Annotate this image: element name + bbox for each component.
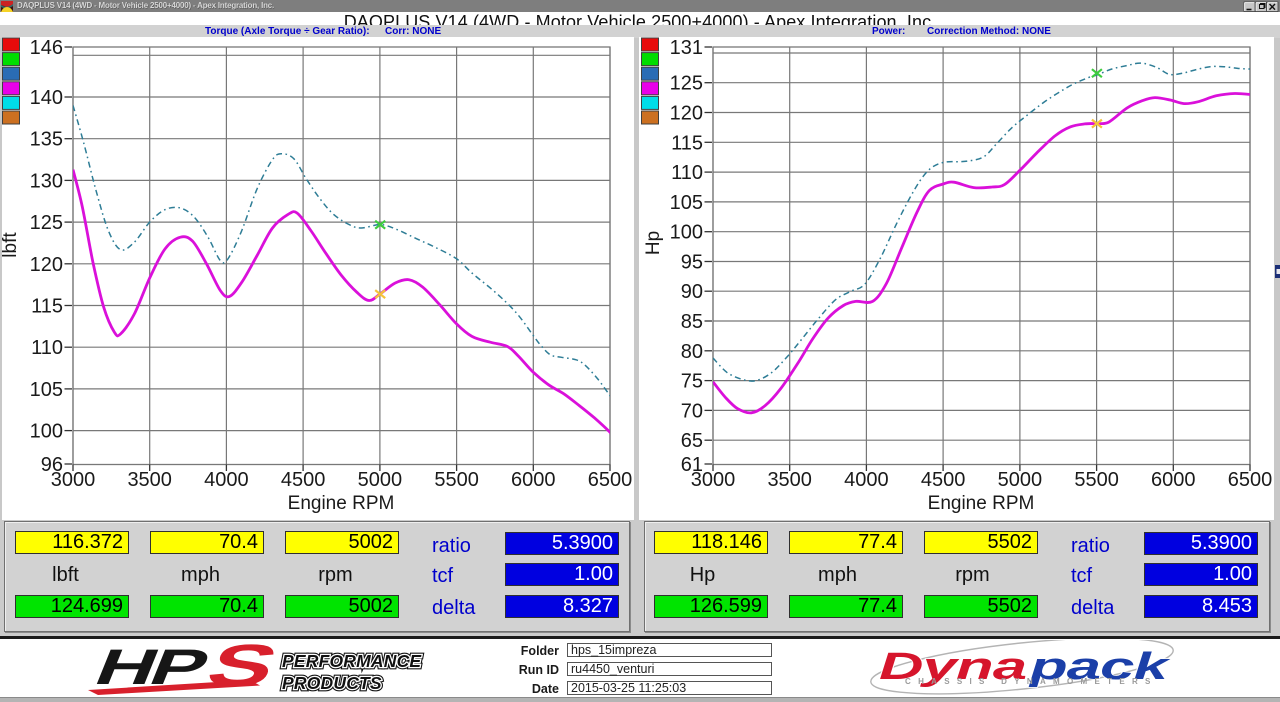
svg-text:115: 115 [31, 296, 63, 318]
svg-text:5000: 5000 [998, 469, 1043, 491]
svg-text:6000: 6000 [1151, 469, 1196, 491]
svg-text:125: 125 [30, 212, 63, 234]
svg-text:125: 125 [670, 73, 703, 95]
svg-text:65: 65 [681, 430, 703, 452]
svg-text:135: 135 [30, 129, 63, 151]
svg-text:90: 90 [681, 281, 703, 303]
svg-text:85: 85 [681, 311, 703, 333]
svg-text:Engine RPM: Engine RPM [288, 493, 395, 514]
svg-text:CHASSIS DYNAMOMETERS: CHASSIS DYNAMOMETERS [905, 677, 1158, 686]
svg-text:3000: 3000 [51, 469, 96, 491]
svg-text:130: 130 [30, 170, 63, 192]
svg-text:105: 105 [30, 379, 63, 401]
svg-text:Engine RPM: Engine RPM [928, 493, 1035, 514]
svg-text:4500: 4500 [921, 469, 966, 491]
svg-text:5500: 5500 [434, 469, 479, 491]
svg-text:4000: 4000 [204, 469, 249, 491]
svg-text:PRODUCTS: PRODUCTS [282, 673, 382, 693]
svg-text:100: 100 [30, 421, 63, 443]
svg-text:4500: 4500 [281, 469, 326, 491]
svg-text:80: 80 [681, 341, 703, 363]
svg-text:5000: 5000 [358, 469, 403, 491]
svg-text:S: S [197, 640, 287, 699]
svg-text:115: 115 [671, 132, 703, 154]
svg-text:140: 140 [30, 87, 63, 109]
svg-text:95: 95 [681, 252, 703, 274]
svg-text:146: 146 [30, 37, 63, 59]
svg-text:PERFORMANCE: PERFORMANCE [282, 651, 422, 671]
svg-text:4000: 4000 [844, 469, 889, 491]
svg-text:Hp: Hp [643, 231, 664, 255]
svg-text:70: 70 [681, 400, 703, 422]
svg-text:6500: 6500 [1228, 469, 1273, 491]
svg-text:110: 110 [31, 337, 63, 359]
svg-text:3500: 3500 [127, 469, 172, 491]
svg-text:lbft: lbft [0, 232, 21, 258]
svg-text:6500: 6500 [588, 469, 633, 491]
svg-text:6000: 6000 [511, 469, 556, 491]
svg-text:75: 75 [681, 371, 703, 393]
svg-text:100: 100 [670, 222, 703, 244]
svg-text:105: 105 [670, 192, 703, 214]
svg-text:131: 131 [670, 37, 703, 59]
svg-text:3000: 3000 [691, 469, 736, 491]
svg-text:120: 120 [670, 103, 703, 125]
svg-text:5500: 5500 [1074, 469, 1119, 491]
svg-text:120: 120 [30, 254, 63, 276]
svg-text:110: 110 [671, 162, 703, 184]
svg-text:3500: 3500 [767, 469, 812, 491]
